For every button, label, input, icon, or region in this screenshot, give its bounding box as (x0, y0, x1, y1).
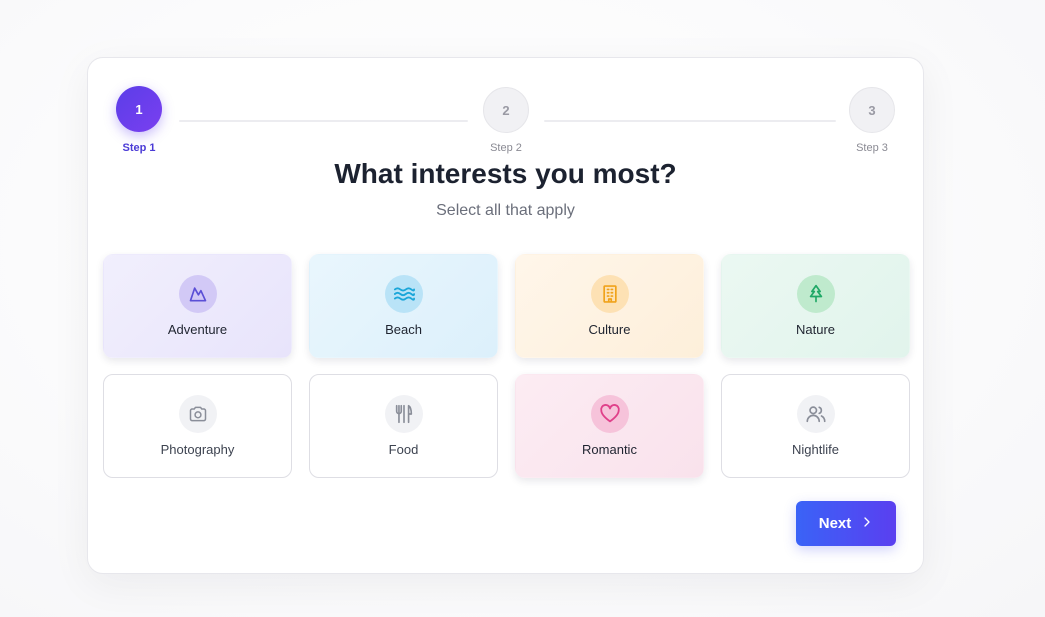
page-title: What interests you most? (334, 158, 677, 189)
interest-label: Food (388, 442, 419, 457)
interest-tile-beach[interactable]: Beach (309, 254, 498, 358)
interest-tile-adventure[interactable]: Adventure (103, 254, 292, 358)
interest-label: Nature (795, 322, 836, 337)
interest-tile-photography[interactable]: Photography (103, 374, 292, 478)
interest-label: Romantic (582, 442, 637, 457)
step-2-indicator: 2 (483, 87, 529, 133)
interest-label: Nightlife (792, 442, 839, 457)
tree-icon (796, 275, 835, 313)
users-icon (796, 395, 835, 433)
chevron-right-icon (861, 515, 873, 532)
interest-label: Photography (160, 442, 235, 457)
next-button-label: Next (818, 515, 852, 532)
waves-icon (384, 275, 423, 313)
step-1-number: 1 (135, 101, 143, 117)
step-connector-2 (544, 120, 836, 122)
interest-tile-nature[interactable]: Nature (721, 254, 910, 358)
step-1-label: Step 1 (122, 142, 156, 154)
building-icon (590, 275, 629, 313)
step-1-indicator: 1 (116, 86, 162, 132)
interest-tile-culture[interactable]: Culture (515, 254, 704, 358)
step-3-indicator: 3 (849, 87, 895, 133)
step-3-number: 3 (868, 102, 876, 118)
interest-label: Culture (588, 322, 631, 337)
heart-icon (590, 395, 629, 433)
page-subtitle: Select all that apply (436, 202, 575, 219)
onboarding-card: 1 Step 1 2 Step 2 3 Step 3 What interest… (87, 57, 924, 574)
interest-label: Adventure (167, 322, 228, 337)
utensils-icon (384, 395, 423, 433)
mountain-icon (178, 275, 217, 313)
interest-tile-romantic[interactable]: Romantic (515, 374, 704, 478)
next-button[interactable]: Next (796, 501, 896, 546)
step-3-label: Step 3 (856, 142, 888, 154)
step-2-number: 2 (502, 102, 510, 118)
interest-label: Beach (385, 322, 422, 337)
step-2-label: Step 2 (490, 142, 522, 154)
interest-tile-nightlife[interactable]: Nightlife (721, 374, 910, 478)
step-connector-1 (179, 120, 468, 122)
interest-tile-food[interactable]: Food (309, 374, 498, 478)
camera-icon (178, 395, 217, 433)
